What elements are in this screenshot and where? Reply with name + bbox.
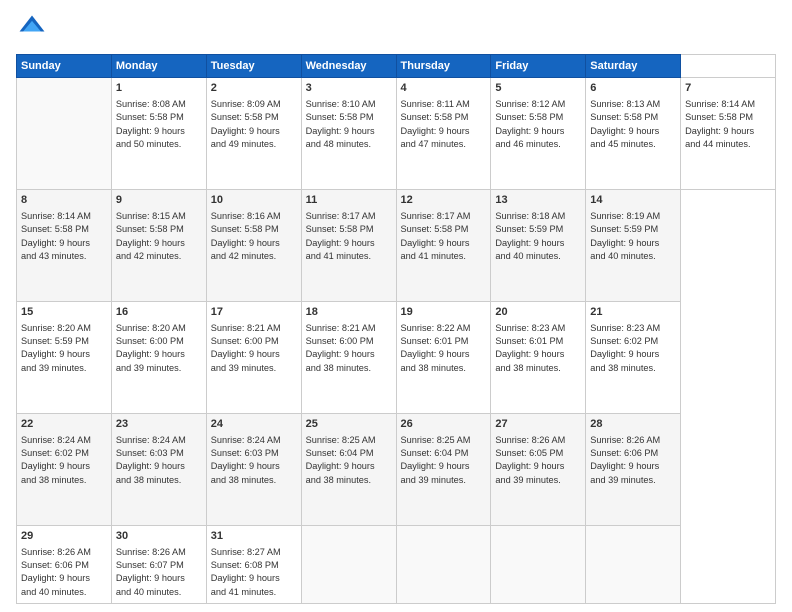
day-number: 6	[590, 81, 676, 97]
day-cell: 5Sunrise: 8:12 AMSunset: 5:58 PMDaylight…	[491, 78, 586, 190]
day-number: 11	[306, 193, 392, 209]
day-number: 14	[590, 193, 676, 209]
day-cell: 29Sunrise: 8:26 AMSunset: 6:06 PMDayligh…	[17, 525, 112, 603]
day-cell: 31Sunrise: 8:27 AMSunset: 6:08 PMDayligh…	[206, 525, 301, 603]
day-cell: 25Sunrise: 8:25 AMSunset: 6:04 PMDayligh…	[301, 413, 396, 525]
day-number: 17	[211, 305, 297, 321]
day-header-saturday: Saturday	[586, 55, 681, 78]
day-cell	[396, 525, 491, 603]
calendar: SundayMondayTuesdayWednesdayThursdayFrid…	[16, 54, 776, 604]
day-number: 8	[21, 193, 107, 209]
day-cell: 20Sunrise: 8:23 AMSunset: 6:01 PMDayligh…	[491, 301, 586, 413]
day-header-thursday: Thursday	[396, 55, 491, 78]
day-number: 19	[401, 305, 487, 321]
day-number: 26	[401, 417, 487, 433]
day-number: 31	[211, 529, 297, 545]
calendar-body: 1Sunrise: 8:08 AMSunset: 5:58 PMDaylight…	[17, 78, 776, 604]
week-row-5: 29Sunrise: 8:26 AMSunset: 6:06 PMDayligh…	[17, 525, 776, 603]
empty-cell	[17, 78, 112, 190]
day-cell: 12Sunrise: 8:17 AMSunset: 5:58 PMDayligh…	[396, 189, 491, 301]
day-number: 7	[685, 81, 771, 97]
day-cell: 21Sunrise: 8:23 AMSunset: 6:02 PMDayligh…	[586, 301, 681, 413]
day-header-wednesday: Wednesday	[301, 55, 396, 78]
day-header-friday: Friday	[491, 55, 586, 78]
week-row-3: 15Sunrise: 8:20 AMSunset: 5:59 PMDayligh…	[17, 301, 776, 413]
day-number: 12	[401, 193, 487, 209]
day-cell: 14Sunrise: 8:19 AMSunset: 5:59 PMDayligh…	[586, 189, 681, 301]
day-cell: 18Sunrise: 8:21 AMSunset: 6:00 PMDayligh…	[301, 301, 396, 413]
day-cell: 6Sunrise: 8:13 AMSunset: 5:58 PMDaylight…	[586, 78, 681, 190]
day-cell: 13Sunrise: 8:18 AMSunset: 5:59 PMDayligh…	[491, 189, 586, 301]
day-cell: 17Sunrise: 8:21 AMSunset: 6:00 PMDayligh…	[206, 301, 301, 413]
day-number: 24	[211, 417, 297, 433]
day-cell	[301, 525, 396, 603]
day-number: 30	[116, 529, 202, 545]
day-header-sunday: Sunday	[17, 55, 112, 78]
day-cell: 1Sunrise: 8:08 AMSunset: 5:58 PMDaylight…	[111, 78, 206, 190]
day-number: 13	[495, 193, 581, 209]
header	[16, 12, 776, 44]
day-cell: 27Sunrise: 8:26 AMSunset: 6:05 PMDayligh…	[491, 413, 586, 525]
day-number: 20	[495, 305, 581, 321]
week-row-1: 1Sunrise: 8:08 AMSunset: 5:58 PMDaylight…	[17, 78, 776, 190]
day-number: 29	[21, 529, 107, 545]
logo	[16, 12, 52, 44]
day-cell: 10Sunrise: 8:16 AMSunset: 5:58 PMDayligh…	[206, 189, 301, 301]
logo-icon	[16, 12, 48, 44]
day-cell	[491, 525, 586, 603]
day-cell: 28Sunrise: 8:26 AMSunset: 6:06 PMDayligh…	[586, 413, 681, 525]
day-cell: 3Sunrise: 8:10 AMSunset: 5:58 PMDaylight…	[301, 78, 396, 190]
day-number: 1	[116, 81, 202, 97]
day-cell: 9Sunrise: 8:15 AMSunset: 5:58 PMDaylight…	[111, 189, 206, 301]
day-number: 28	[590, 417, 676, 433]
day-number: 15	[21, 305, 107, 321]
day-number: 27	[495, 417, 581, 433]
week-row-4: 22Sunrise: 8:24 AMSunset: 6:02 PMDayligh…	[17, 413, 776, 525]
day-cell: 16Sunrise: 8:20 AMSunset: 6:00 PMDayligh…	[111, 301, 206, 413]
day-cell: 2Sunrise: 8:09 AMSunset: 5:58 PMDaylight…	[206, 78, 301, 190]
day-number: 21	[590, 305, 676, 321]
day-cell: 26Sunrise: 8:25 AMSunset: 6:04 PMDayligh…	[396, 413, 491, 525]
day-number: 3	[306, 81, 392, 97]
day-number: 23	[116, 417, 202, 433]
day-cell: 4Sunrise: 8:11 AMSunset: 5:58 PMDaylight…	[396, 78, 491, 190]
day-number: 25	[306, 417, 392, 433]
day-number: 16	[116, 305, 202, 321]
day-cell: 7Sunrise: 8:14 AMSunset: 5:58 PMDaylight…	[681, 78, 776, 190]
day-number: 10	[211, 193, 297, 209]
week-row-2: 8Sunrise: 8:14 AMSunset: 5:58 PMDaylight…	[17, 189, 776, 301]
day-header-monday: Monday	[111, 55, 206, 78]
header-row: SundayMondayTuesdayWednesdayThursdayFrid…	[17, 55, 776, 78]
day-cell: 30Sunrise: 8:26 AMSunset: 6:07 PMDayligh…	[111, 525, 206, 603]
day-number: 5	[495, 81, 581, 97]
day-cell: 22Sunrise: 8:24 AMSunset: 6:02 PMDayligh…	[17, 413, 112, 525]
day-number: 4	[401, 81, 487, 97]
day-cell	[586, 525, 681, 603]
day-cell: 23Sunrise: 8:24 AMSunset: 6:03 PMDayligh…	[111, 413, 206, 525]
day-cell: 11Sunrise: 8:17 AMSunset: 5:58 PMDayligh…	[301, 189, 396, 301]
day-cell: 8Sunrise: 8:14 AMSunset: 5:58 PMDaylight…	[17, 189, 112, 301]
day-cell: 15Sunrise: 8:20 AMSunset: 5:59 PMDayligh…	[17, 301, 112, 413]
day-cell: 19Sunrise: 8:22 AMSunset: 6:01 PMDayligh…	[396, 301, 491, 413]
day-number: 18	[306, 305, 392, 321]
day-number: 22	[21, 417, 107, 433]
day-number: 2	[211, 81, 297, 97]
day-number: 9	[116, 193, 202, 209]
day-header-tuesday: Tuesday	[206, 55, 301, 78]
page: SundayMondayTuesdayWednesdayThursdayFrid…	[0, 0, 792, 612]
calendar-header: SundayMondayTuesdayWednesdayThursdayFrid…	[17, 55, 776, 78]
day-cell: 24Sunrise: 8:24 AMSunset: 6:03 PMDayligh…	[206, 413, 301, 525]
